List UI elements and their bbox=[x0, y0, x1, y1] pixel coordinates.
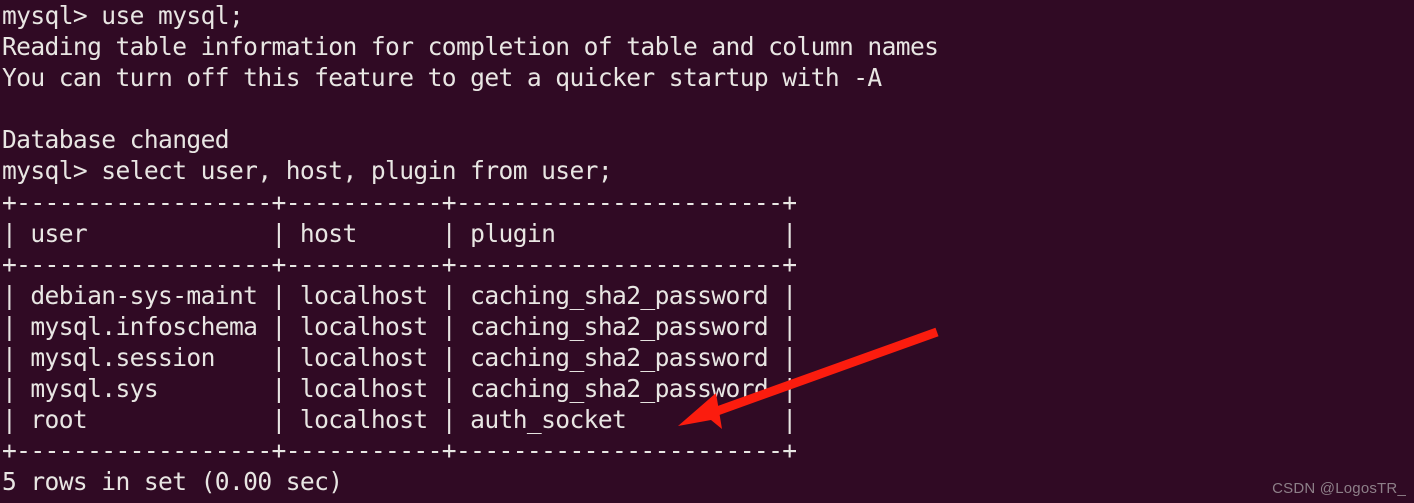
result-summary: 5 rows in set (0.00 sec) bbox=[2, 467, 343, 497]
terminal-line: mysql> select user, host, plugin from us… bbox=[2, 156, 613, 186]
table-separator-top: +------------------+-----------+--------… bbox=[2, 187, 797, 217]
table-row: | debian-sys-maint | localhost | caching… bbox=[2, 280, 797, 310]
terminal-output: mysql> use mysql; Reading table informati… bbox=[2, 0, 939, 498]
table-row: | mysql.infoschema | localhost | caching… bbox=[2, 311, 797, 341]
terminal-line: You can turn off this feature to get a q… bbox=[2, 63, 882, 93]
table-separator-bottom: +------------------+-----------+--------… bbox=[2, 436, 797, 466]
table-separator-header: +------------------+-----------+--------… bbox=[2, 249, 797, 279]
table-row: | root | localhost | auth_socket | bbox=[2, 405, 797, 435]
table-row: | mysql.sys | localhost | caching_sha2_p… bbox=[2, 374, 797, 404]
terminal-line: mysql> use mysql; bbox=[2, 1, 244, 30]
terminal-window[interactable]: mysql> use mysql; Reading table informati… bbox=[0, 0, 1414, 503]
terminal-line: Reading table information for completion… bbox=[2, 32, 939, 62]
table-header-row: | user | host | plugin | bbox=[2, 218, 797, 248]
table-row: | mysql.session | localhost | caching_sh… bbox=[2, 343, 797, 373]
terminal-line: Database changed bbox=[2, 125, 230, 155]
watermark: CSDN @LogosTR_ bbox=[1272, 480, 1406, 497]
